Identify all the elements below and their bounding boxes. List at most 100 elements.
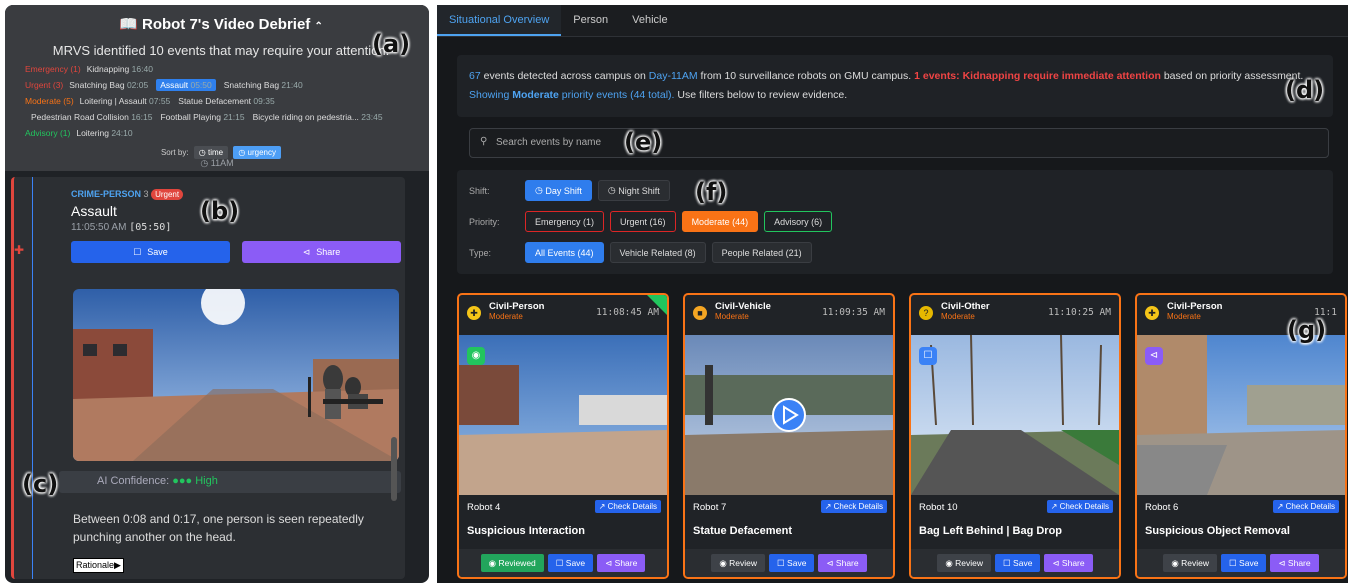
eye-icon: ◉ xyxy=(719,557,727,568)
review-button[interactable]: ◉ Review xyxy=(711,554,766,572)
event-card[interactable]: ? Civil-Other Moderate 11:10:25 AM ☐ Robot 10… xyxy=(909,293,1121,579)
share-button[interactable]: ⊲ Share xyxy=(1044,554,1093,572)
event-title: Suspicious Object Removal xyxy=(1145,525,1290,537)
search-input[interactable]: ⚲ Search events by name xyxy=(469,128,1329,158)
category-icon: ■ xyxy=(693,306,707,320)
event-actions: ◉ Review ☐ Save ⊲ Share xyxy=(911,549,1119,577)
event-link[interactable]: Bicycle riding on pedestria... 23:45 xyxy=(253,112,383,122)
chevron-up-icon[interactable]: ⌃ xyxy=(314,21,322,32)
event-card-header: ✚ Civil-Person Moderate 11:08:45 AM xyxy=(459,295,667,335)
annotation-e: (e) xyxy=(624,128,663,156)
event-link[interactable]: Snatching Bag 02:05 xyxy=(69,80,148,90)
hour-marker: ◷ 11AM xyxy=(200,158,234,168)
annotation-f: (f) xyxy=(695,178,728,206)
rationale-toggle[interactable]: Rationale▶ xyxy=(73,558,124,573)
debrief-title[interactable]: 📖 Robot 7's Video Debrief ⌃ xyxy=(25,15,417,33)
save-button[interactable]: ☐ Save xyxy=(547,554,594,572)
event-thumbnail[interactable] xyxy=(685,335,893,495)
debrief-panel: 📖 Robot 7's Video Debrief ⌃ MRVS identif… xyxy=(5,5,429,583)
bookmark-icon: ☐ xyxy=(133,246,142,257)
type-people[interactable]: People Related (21) xyxy=(711,242,812,263)
event-link[interactable]: Kidnapping 16:40 xyxy=(87,64,153,74)
event-thumbnail[interactable] xyxy=(1137,335,1345,495)
annotation-b: (b) xyxy=(200,197,240,225)
event-card[interactable]: ■ Civil-Vehicle Moderate 11:09:35 AM Robot 7… xyxy=(683,293,895,579)
search-icon: ⚲ xyxy=(480,136,488,147)
priority-label: Advisory (1) xyxy=(25,128,71,138)
event-index-row: Advisory (1) Loitering 24:10 xyxy=(25,128,417,138)
event-thumbnail[interactable] xyxy=(911,334,1119,495)
event-link[interactable]: Snatching Bag 21:40 xyxy=(224,80,303,90)
bookmark-icon: ☐ xyxy=(1003,557,1011,568)
night-shift-button[interactable]: ◷ Night Shift xyxy=(597,180,670,201)
event-index-row: Urgent (3) Snatching Bag 02:05 Assault 05:… xyxy=(25,79,417,91)
robot-name: Robot 6 xyxy=(1145,502,1179,513)
day-shift-button[interactable]: ◷ Day Shift xyxy=(525,180,592,201)
share-button[interactable]: ⊲ Share xyxy=(818,554,867,572)
overview-panel: Situational Overview Person Vehicle 67 e… xyxy=(437,5,1348,583)
event-link[interactable]: Loitering | Assault 07:55 xyxy=(80,96,171,106)
status-badge-icon: ☐ xyxy=(919,347,937,365)
share-button[interactable]: ⊲ Share xyxy=(597,554,646,572)
event-link[interactable]: Football Playing 21:15 xyxy=(160,112,244,122)
event-grid: ✚ Civil-Person Moderate 11:08:45 AM ◉ Robot 4… xyxy=(457,293,1347,579)
event-time: 11:10:25 AM xyxy=(1048,307,1111,318)
tab-situational-overview[interactable]: Situational Overview xyxy=(437,5,562,36)
category-icon: ? xyxy=(919,306,933,320)
event-thumbnail[interactable] xyxy=(459,335,667,495)
event-actions: ◉ Review ☐ Save ⊲ Share xyxy=(1137,549,1345,577)
share-button[interactable]: ⊲ Share xyxy=(1270,554,1319,572)
category-icon: ✚ xyxy=(1145,306,1159,320)
check-details-button[interactable]: ↗ Check Details xyxy=(594,500,661,513)
tab-person[interactable]: Person xyxy=(561,5,620,36)
priority-urgent[interactable]: Urgent (16) xyxy=(610,211,676,232)
review-button[interactable]: ◉ Review xyxy=(1163,554,1218,572)
share-button[interactable]: ⊲ Share xyxy=(242,241,401,263)
type-vehicle[interactable]: Vehicle Related (8) xyxy=(609,242,706,263)
priority-label: Moderate (5) xyxy=(25,96,74,106)
event-card-header: ? Civil-Other Moderate 11:10:25 AM xyxy=(911,295,1119,335)
priority-moderate[interactable]: Moderate (44) xyxy=(681,211,759,232)
check-details-button[interactable]: ↗ Check Details xyxy=(820,500,887,513)
debrief-header: 📖 Robot 7's Video Debrief ⌃ MRVS identif… xyxy=(5,5,429,171)
event-detail-card: ✚ CRIME-PERSON 3 Urgent Assault 11:05:50… xyxy=(11,177,405,579)
priority-emergency[interactable]: Emergency (1) xyxy=(525,211,605,232)
event-category: Civil-Person xyxy=(1167,301,1223,312)
event-link[interactable]: Loitering 24:10 xyxy=(76,128,132,138)
scrollbar[interactable] xyxy=(391,437,397,501)
save-button[interactable]: ☐ Save xyxy=(71,241,230,263)
save-button[interactable]: ☐ Save xyxy=(769,554,815,572)
eye-icon: ◉ xyxy=(1171,557,1179,568)
event-link[interactable]: Statue Defacement 09:35 xyxy=(178,96,274,106)
robot-name: Robot 7 xyxy=(693,502,727,513)
priority-advisory[interactable]: Advisory (6) xyxy=(764,211,833,232)
priority-label: Emergency (1) xyxy=(25,64,81,74)
bookmark-icon: ☐ xyxy=(555,557,564,568)
save-button[interactable]: ☐ Save xyxy=(995,554,1041,572)
status-badge-icon: ◉ xyxy=(467,347,485,365)
event-video-frame[interactable] xyxy=(73,289,399,461)
eye-icon: ◉ xyxy=(945,557,953,568)
event-link[interactable]: Pedestrian Road Collision 16:15 xyxy=(31,112,152,122)
check-details-button[interactable]: ↗ Check Details xyxy=(1272,500,1339,513)
event-card[interactable]: ✚ Civil-Person Moderate 11:08:45 AM ◉ Robot 4… xyxy=(457,293,669,579)
review-button[interactable]: ◉ Reviewed xyxy=(480,554,544,572)
tab-vehicle[interactable]: Vehicle xyxy=(620,5,679,36)
urgent-badge: Urgent xyxy=(151,189,184,200)
bookmark-icon: ☐ xyxy=(1229,557,1237,568)
review-button[interactable]: ◉ Review xyxy=(937,554,992,572)
share-icon: ⊲ xyxy=(826,557,834,568)
type-all[interactable]: All Events (44) xyxy=(525,242,604,263)
event-card-header: ■ Civil-Vehicle Moderate 11:09:35 AM xyxy=(685,295,893,335)
corner-marker xyxy=(647,295,667,315)
save-button[interactable]: ☐ Save xyxy=(1221,554,1267,572)
annotation-d: (d) xyxy=(1285,76,1325,104)
check-details-button[interactable]: ↗ Check Details xyxy=(1046,500,1113,513)
event-actions: ◉ Review ☐ Save ⊲ Share xyxy=(685,549,893,577)
event-title: Suspicious Interaction xyxy=(467,525,585,537)
priority-label: Urgent (3) xyxy=(25,80,64,90)
event-description: Between 0:08 and 0:17, one person is see… xyxy=(73,512,364,544)
share-icon: ⊲ xyxy=(605,557,613,568)
status-badge-icon: ⊲ xyxy=(1145,347,1163,365)
event-link[interactable]: Assault 05:50 xyxy=(156,79,216,91)
